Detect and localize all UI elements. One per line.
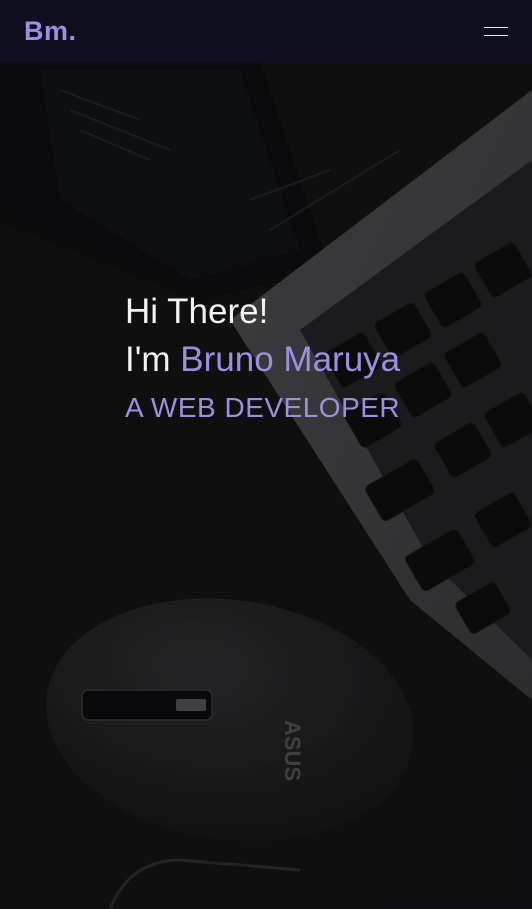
brand-logo[interactable]: Bm. [24,16,77,47]
hamburger-menu-icon[interactable] [484,22,510,42]
navbar: Bm. [0,0,532,63]
menu-bar-bottom [484,34,508,36]
hero-background: ASUS [0,0,532,909]
hero-name: Bruno Maruya [180,340,401,379]
hero-intro-prefix: I'm [125,340,181,379]
menu-bar-top [484,26,508,28]
hero-name-line: I'm Bruno Maruya [125,336,400,384]
hero-overlay [0,0,532,909]
hero-role: A WEB DEVELOPER [125,392,401,423]
hero-greeting: Hi There! [125,292,269,331]
hero-intro: Hi There! I'm Bruno Maruya A WEB DEVELOP… [125,288,400,424]
